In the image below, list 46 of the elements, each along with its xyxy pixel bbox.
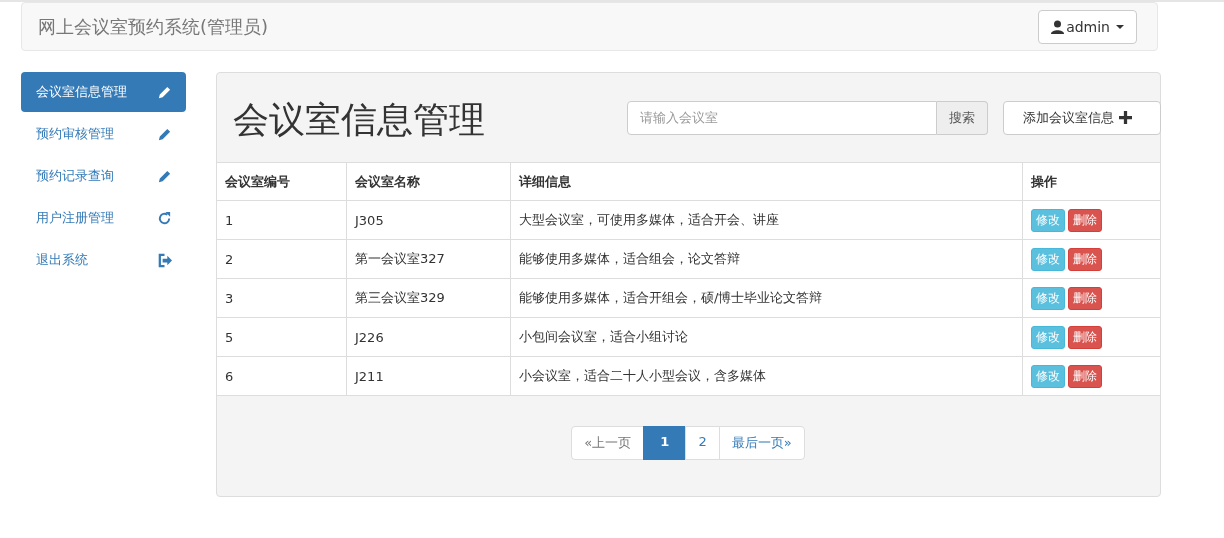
page-link[interactable]: 1 [643,426,687,460]
table-cell: J226 [346,317,511,357]
user-icon [1051,19,1065,34]
delete-button[interactable]: 删除 [1068,208,1102,232]
caret-icon [1116,24,1124,29]
table-cell: 能够使用多媒体，适合组会，论文答辩 [510,239,1023,279]
delete-button[interactable]: 删除 [1068,286,1102,310]
delete-button[interactable]: 删除 [1068,364,1102,388]
table-cell: 小包间会议室，适合小组讨论 [510,317,1023,357]
table-cell: 6 [217,356,347,396]
sidebar-item[interactable]: 预约审核管理 [21,114,186,154]
refresh-icon [157,210,172,226]
delete-button[interactable]: 删除 [1068,325,1102,349]
logout-icon [157,252,172,268]
table-cell: 小会议室，适合二十人小型会议，含多媒体 [510,356,1023,396]
sidebar-item[interactable]: 预约记录查询 [21,156,186,196]
table-cell: 2 [217,239,347,279]
table-cell: 大型会议室，可使用多媒体，适合开会、讲座 [510,200,1023,240]
table-cell: 第一会议室327 [346,239,511,279]
column-header: 会议室名称 [346,162,511,201]
pencil-icon [157,168,172,184]
page-title: 会议室信息管理 [233,98,486,142]
table-cell: J305 [346,200,511,240]
add-button[interactable]: 添加会议室信息 [1003,100,1161,135]
pencil-icon [157,84,172,100]
page-link[interactable]: 2 [685,426,720,460]
table-cell: 第三会议室329 [346,278,511,318]
page-link[interactable]: 最后一页» [718,426,805,460]
table-cell: 1 [217,200,347,240]
sidebar-item[interactable]: 用户注册管理 [21,198,186,238]
table-cell: 5 [217,317,347,357]
table-cell: 3 [217,278,347,318]
sidebar-item[interactable]: 退出系统 [21,240,186,280]
search-button[interactable]: 搜索 [937,100,988,135]
column-header: 详细信息 [510,162,1023,201]
column-header: 操作 [1022,162,1160,201]
column-header: 会议室编号 [217,162,347,201]
table-cell: J211 [346,356,511,396]
user-menu-button[interactable]: admin [1038,9,1137,44]
pencil-icon [157,126,172,142]
delete-button[interactable]: 删除 [1068,247,1102,271]
table-cell: 能够使用多媒体，适合开组会，硕/博士毕业论文答辩 [510,278,1023,318]
sidebar-item[interactable]: 会议室信息管理 [21,72,186,112]
search-field[interactable]: 请输入会议室 [627,100,937,135]
brand-title: 网上会议室预约系统(管理员) [38,14,269,39]
plus-icon [1119,111,1132,124]
